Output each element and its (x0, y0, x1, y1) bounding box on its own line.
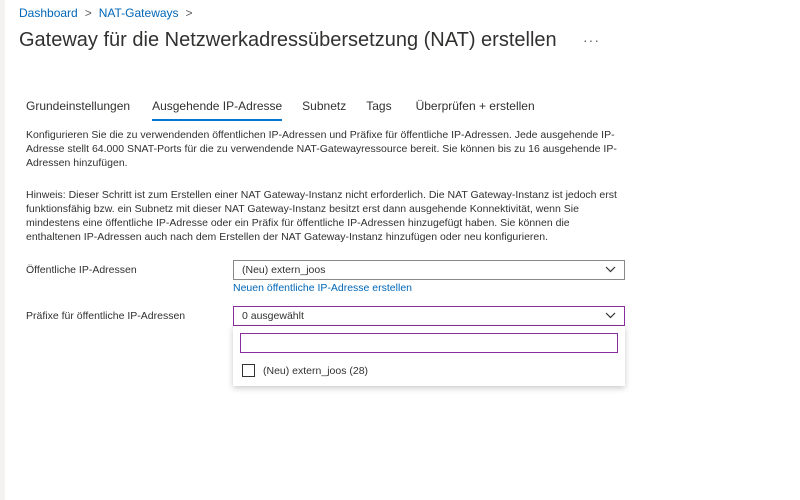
note-line: mindestens eine öffentliche IP-Adresse o… (26, 217, 570, 229)
intro-line: Adressen hinzufügen. (26, 157, 128, 169)
note-line: Hinweis: Dieser Schritt ist zum Erstelle… (26, 189, 617, 201)
tab-subnet[interactable]: Subnetz (302, 99, 346, 121)
page-title: Gateway für die Netzwerkadressübersetzun… (19, 29, 557, 51)
breadcrumb: Dashboard > NAT-Gateways > (19, 6, 200, 20)
intro-paragraph: Konfigurieren Sie die zu verwendenden öf… (26, 128, 626, 170)
intro-line: Adresse stellt 64.000 SNAT-Ports für die… (26, 143, 617, 155)
prefix-option-checkbox[interactable] (242, 364, 255, 377)
intro-line: Konfigurieren Sie die zu verwendenden öf… (26, 129, 615, 141)
prefix-option[interactable]: (Neu) extern_joos (28) (242, 364, 368, 377)
tab-basics[interactable]: Grundeinstellungen (26, 99, 130, 121)
prefix-select-value: 0 ausgewählt (242, 310, 304, 322)
prefix-search-input[interactable] (240, 333, 618, 353)
public-ip-label: Öffentliche IP-Adressen (26, 264, 137, 276)
breadcrumb-nat-gateways[interactable]: NAT-Gateways (99, 6, 179, 20)
note-line: funktionsfähig bzw. ein Subnetz mit dies… (26, 203, 579, 215)
prefix-option-label: (Neu) extern_joos (28) (263, 364, 369, 377)
note-paragraph: Hinweis: Dieser Schritt ist zum Erstelle… (26, 188, 626, 244)
breadcrumb-dashboard[interactable]: Dashboard (19, 6, 78, 20)
prefix-dropdown-panel: (Neu) extern_joos (28) (233, 326, 625, 386)
public-ip-select[interactable]: (Neu) extern_joos (233, 260, 625, 280)
note-line: enthaltenen IP-Adressen auch nach dem Er… (26, 231, 549, 243)
tab-outbound-ip[interactable]: Ausgehende IP-Adresse (152, 99, 283, 121)
prefix-label: Präfixe für öffentliche IP-Adressen (26, 310, 186, 322)
tab-bar: Grundeinstellungen Ausgehende IP-Adresse… (26, 99, 557, 121)
more-options-button[interactable]: ··· (583, 32, 600, 48)
tab-tags[interactable]: Tags (366, 99, 391, 121)
public-ip-select-value: (Neu) extern_joos (242, 264, 326, 276)
create-public-ip-link[interactable]: Neuen öffentliche IP-Adresse erstellen (233, 282, 412, 294)
chevron-down-icon (605, 266, 616, 273)
chevron-down-icon (605, 312, 616, 319)
tab-review-create[interactable]: Überprüfen + erstellen (416, 99, 535, 121)
breadcrumb-separator: > (84, 6, 92, 20)
breadcrumb-separator: > (185, 6, 193, 20)
prefix-select[interactable]: 0 ausgewählt (233, 306, 625, 326)
left-strip (0, 0, 5, 500)
